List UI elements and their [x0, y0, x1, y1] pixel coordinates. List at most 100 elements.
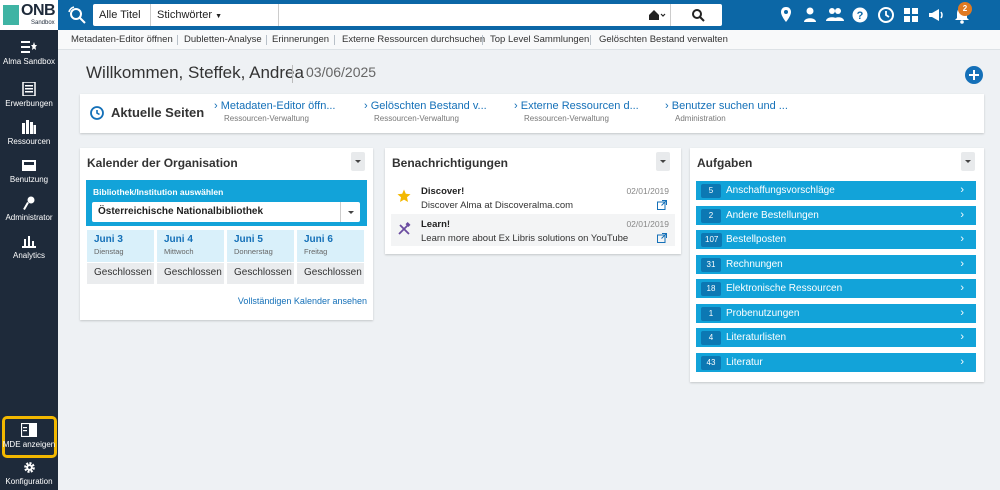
- announcement-icon[interactable]: [926, 5, 946, 25]
- sidebar-item-alma-sandbox[interactable]: Alma Sandbox: [0, 40, 58, 66]
- tasks-panel: Aufgaben 5 Anschaffungsvorschläge › 2 Ander…: [690, 148, 984, 382]
- persistent-search-icon[interactable]: [66, 4, 88, 26]
- task-item[interactable]: 5 Anschaffungsvorschläge ›: [696, 181, 976, 202]
- users-icon[interactable]: [825, 5, 845, 25]
- task-item[interactable]: 43 Literatur ›: [696, 353, 976, 374]
- quick-link-metadaten-editor[interactable]: Metadaten-Editor öffnen: [71, 34, 173, 45]
- calendar-title: Kalender der Organisation: [87, 156, 238, 170]
- task-label: Elektronische Ressourcen: [726, 283, 843, 294]
- day-weekday: Mittwoch: [164, 247, 194, 256]
- recent-link-category: Administration: [675, 114, 726, 123]
- sidebar-item-label: Benutzung: [9, 175, 49, 184]
- day-status: Geschlossen: [227, 263, 294, 284]
- task-item[interactable]: 2 Andere Bestellungen ›: [696, 206, 976, 227]
- sidebar-item-konfiguration[interactable]: Konfiguration: [0, 461, 58, 486]
- external-link-icon[interactable]: [657, 233, 667, 243]
- books-icon: [22, 120, 36, 134]
- search-scope-select[interactable]: Alle Titel ▼: [93, 4, 151, 42]
- external-link-icon[interactable]: [657, 200, 667, 210]
- chevron-right-icon: ›: [364, 100, 368, 112]
- recent-link-category: Ressourcen-Verwaltung: [524, 114, 609, 123]
- day-status: Geschlossen: [87, 263, 154, 284]
- recent-link-label: Metadaten-Editor öffn...: [220, 100, 336, 112]
- recent-link[interactable]: › Metadaten-Editor öffn... Ressourcen-Ve…: [214, 100, 336, 123]
- day-date: Juni 4: [164, 234, 193, 245]
- search-input[interactable]: [281, 6, 639, 24]
- inbox-icon: [22, 160, 36, 171]
- notification-date: 02/01/2019: [626, 219, 669, 229]
- panel-menu-button[interactable]: [656, 152, 670, 171]
- recent-link[interactable]: › Gelöschten Bestand v... Ressourcen-Ver…: [364, 100, 487, 123]
- mde-icon: [21, 423, 37, 437]
- day-date: Juni 5: [234, 234, 263, 245]
- location-icon[interactable]: [776, 5, 796, 25]
- notifications-badge: 2: [958, 2, 972, 16]
- home-scope-button[interactable]: [643, 4, 671, 26]
- task-count: 43: [701, 356, 721, 370]
- task-item[interactable]: 1 Probenutzungen ›: [696, 304, 976, 325]
- key-icon: [23, 196, 35, 210]
- search-field-value: Stichwörter: [157, 9, 213, 21]
- recent-link-label: Benutzer suchen und ...: [671, 100, 788, 112]
- sidebar-item-analytics[interactable]: Analytics: [0, 234, 58, 260]
- day-date: Juni 3: [94, 234, 123, 245]
- add-widget-icon[interactable]: [965, 66, 983, 84]
- acquisitions-icon: [22, 82, 36, 96]
- sidebar-item-label: Analytics: [12, 251, 45, 260]
- task-item[interactable]: 4 Literaturlisten ›: [696, 328, 976, 349]
- panel-menu-button[interactable]: [961, 152, 975, 171]
- help-icon[interactable]: ?: [850, 5, 870, 25]
- sidebar-item-label: MDE anzeigen: [2, 440, 56, 449]
- recent-link[interactable]: › Externe Ressourcen d... Ressourcen-Ver…: [514, 100, 639, 123]
- history-icon[interactable]: [876, 5, 896, 25]
- task-label: Bestellposten: [726, 234, 787, 245]
- task-item[interactable]: 18 Elektronische Ressourcen ›: [696, 279, 976, 300]
- quick-link-top-level-sammlungen[interactable]: Top Level Sammlungen: [490, 34, 589, 45]
- sidebar-item-label: Ressourcen: [7, 137, 51, 146]
- task-item[interactable]: 31 Rechnungen ›: [696, 255, 976, 276]
- sidebar-item-label: Alma Sandbox: [2, 57, 56, 66]
- institution-select[interactable]: Österreichische Nationalbibliothek: [92, 202, 360, 222]
- star-menu-icon: [21, 41, 37, 53]
- notification-title: Learn!: [421, 219, 451, 230]
- full-calendar-link[interactable]: Vollständigen Kalender ansehen: [238, 296, 367, 306]
- sidebar-item-benutzung[interactable]: Benutzung: [0, 158, 58, 184]
- bar-chart-icon: [22, 236, 36, 248]
- institution-selector: Bibliothek/Institution auswählen Österre…: [86, 180, 367, 226]
- chevron-right-icon: ›: [514, 100, 518, 112]
- task-item[interactable]: 107 Bestellposten ›: [696, 230, 976, 251]
- sidebar-item-mde-anzeigen[interactable]: MDE anzeigen: [0, 423, 58, 449]
- institution-select-label: Bibliothek/Institution auswählen: [93, 187, 224, 197]
- logo[interactable]: ONB Sandbox: [0, 0, 58, 30]
- user-icon[interactable]: [800, 5, 820, 25]
- sidebar-item-administrator[interactable]: Administrator: [0, 196, 58, 222]
- notification-text: Discover Alma at Discoveralma.com: [421, 200, 574, 211]
- quick-link-dubletten-analyse[interactable]: Dubletten-Analyse: [184, 34, 262, 45]
- notification-title: Discover!: [421, 186, 465, 197]
- divider: [334, 35, 335, 45]
- sidebar-item-ressourcen[interactable]: Ressourcen: [0, 120, 58, 146]
- search-field-select[interactable]: Stichwörter ▼: [151, 4, 279, 26]
- logo-tagline: Sandbox: [31, 20, 55, 26]
- task-count: 4: [701, 331, 721, 345]
- chevron-right-icon: ›: [214, 100, 218, 112]
- quick-link-geloeschter-bestand[interactable]: Gelöschten Bestand verwalten: [599, 34, 728, 45]
- panel-menu-button[interactable]: [351, 152, 365, 171]
- chevron-right-icon: ›: [665, 100, 669, 112]
- day-status: Geschlossen: [157, 263, 224, 284]
- current-date: 03/06/2025: [306, 64, 377, 80]
- calendar-day: Juni 4 Mittwoch Geschlossen: [157, 230, 224, 284]
- recent-link[interactable]: › Benutzer suchen und ... Administration: [665, 100, 788, 123]
- quick-link-erinnerungen[interactable]: Erinnerungen: [272, 34, 329, 45]
- day-status: Geschlossen: [297, 263, 364, 284]
- quick-link-externe-ressourcen[interactable]: Externe Ressourcen durchsuchen: [342, 34, 485, 45]
- chevron-down-icon: ▼: [215, 13, 223, 20]
- chevron-right-icon: ›: [960, 331, 964, 343]
- sidebar-item-erwerbungen[interactable]: Erwerbungen: [0, 82, 58, 108]
- recent-pages-panel: Aktuelle Seiten › Metadaten-Editor öffn.…: [80, 94, 984, 133]
- day-weekday: Donnerstag: [234, 247, 273, 256]
- search-submit-button[interactable]: [673, 4, 722, 26]
- day-weekday: Dienstag: [94, 247, 124, 256]
- grid-icon[interactable]: [901, 5, 921, 25]
- calendar-day: Juni 5 Donnerstag Geschlossen: [227, 230, 294, 284]
